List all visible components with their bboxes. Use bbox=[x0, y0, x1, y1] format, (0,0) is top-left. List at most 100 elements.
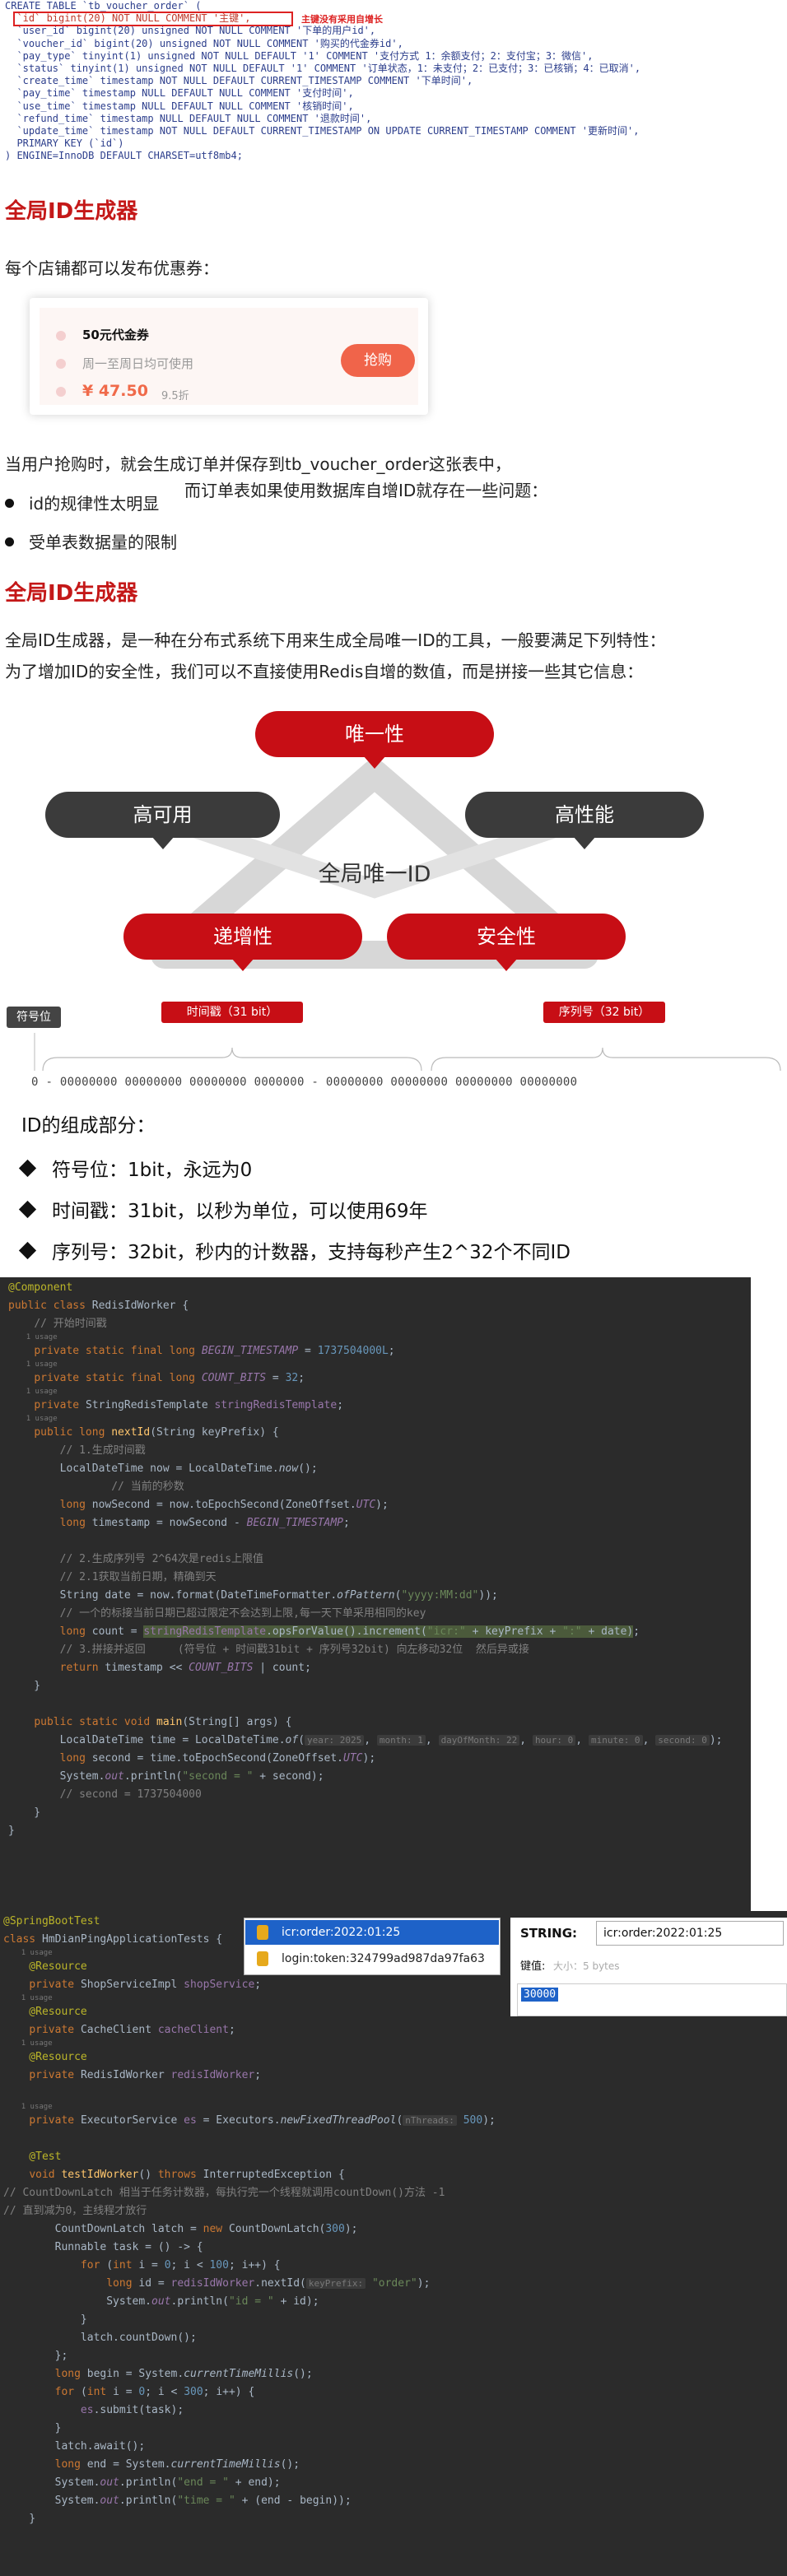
coupon-discount: 9.5折 bbox=[161, 390, 189, 402]
code-redis-id-worker: @Component public class RedisIdWorker { … bbox=[0, 1277, 751, 1911]
id-composition: ID的组成部分： 符号位：1bit，永远为0 时间戳：31bit，以秒为单位，可… bbox=[0, 1095, 626, 1276]
usage-hint: 1 usage bbox=[26, 1333, 58, 1341]
code-line: // 3.拼接并返回 (符号位 + 时间戳31bit + 序列号32bit) 向… bbox=[59, 1644, 529, 1656]
pointer-icon bbox=[573, 836, 596, 849]
code-line: @Test bbox=[3, 2151, 62, 2163]
code-line: // 当前的秒数 bbox=[111, 1481, 184, 1493]
code-line: } bbox=[8, 1680, 41, 1692]
timestamp-tag: 时间戳（31 bit） bbox=[161, 1002, 303, 1023]
redis-key-item[interactable]: login:token:324799ad987da97fa63 bbox=[245, 1946, 499, 1971]
code-line: long timestamp = nowSecond - BEGIN_TIMES… bbox=[59, 1517, 350, 1529]
id-part-item: 符号位：1bit，永远为0 bbox=[18, 1154, 252, 1182]
code-line: // CountDownLatch 相当于任务计数器，每执行完一个线程就调用co… bbox=[3, 2187, 445, 2199]
code-line: // 2.1获取当前日期，精确到天 bbox=[59, 1571, 217, 1583]
sql-line: ) ENGINE=InnoDB DEFAULT CHARSET=utf8mb4; bbox=[5, 150, 243, 162]
buy-button[interactable]: 抢购 bbox=[341, 344, 415, 377]
code-line: String date = now.format(DateTimeFormatt… bbox=[8, 1589, 498, 1602]
code-line: private static final long COUNT_BITS = 3… bbox=[34, 1372, 305, 1384]
code-line: long end = System.currentTimeMillis(); bbox=[54, 2458, 300, 2471]
sql-line: CREATE TABLE `tb_voucher_order` ( bbox=[5, 0, 202, 12]
diamond-bullet-icon bbox=[18, 1200, 37, 1219]
sql-line: `refund_time` timestamp NULL DEFAULT NUL… bbox=[5, 112, 372, 124]
code-line: es.submit(task); bbox=[80, 2404, 184, 2416]
code-line: }; bbox=[3, 2350, 68, 2362]
pointer-icon bbox=[363, 756, 386, 769]
code-line: long id = redisIdWorker.nextId(keyPrefix… bbox=[106, 2277, 431, 2290]
code-line: private RedisIdWorker redisIdWorker; bbox=[29, 2069, 262, 2081]
global-id-properties-diagram: 唯一性 高可用 高性能 全局唯一ID 递增性 安全性 bbox=[41, 700, 708, 988]
code-line: public static void main(String[] args) { bbox=[34, 1716, 292, 1728]
property-increment: 递增性 bbox=[123, 914, 362, 960]
code-line: for (int i = 0; i < 100; i++) { bbox=[80, 2259, 281, 2271]
intro-text: 每个店铺都可以发布优惠券： bbox=[5, 258, 219, 278]
code-line: // 1.生成时间戳 bbox=[59, 1444, 146, 1457]
code-line: // 2.生成序列号 2^64次是redis上限值 bbox=[59, 1553, 264, 1565]
property-availability: 高可用 bbox=[45, 792, 280, 838]
annotation-no-autoincrement: 主键没有采用自增长 bbox=[301, 14, 383, 25]
code-line: for (int i = 0; i < 300; i++) { bbox=[54, 2386, 255, 2398]
diamond-bullet-icon bbox=[18, 1241, 37, 1260]
primary-key-highlight-box bbox=[13, 12, 293, 26]
code-line: System.out.println("end = " + end); bbox=[3, 2476, 281, 2489]
id-part-item: 序列号：32bit，秒内的计数器，支持每秒产生2^32个不同ID bbox=[18, 1236, 570, 1264]
code-line: } bbox=[3, 2513, 36, 2525]
section-heading: 全局ID生成器 bbox=[5, 199, 138, 224]
pointer-icon bbox=[231, 958, 254, 971]
coupon-dot-icon bbox=[56, 359, 66, 369]
code-line: @Resource bbox=[3, 2051, 87, 2063]
pointer-icon bbox=[151, 836, 175, 849]
code-line: // 一个的标接当前日期已超过限定不会达到上限,每一天下单采用相同的key bbox=[59, 1607, 426, 1620]
bullet-item: 受单表数据量的限制 bbox=[5, 529, 177, 553]
section-heading: 全局ID生成器 bbox=[5, 581, 138, 606]
property-security: 安全性 bbox=[387, 914, 626, 960]
paragraph: 当用户抢购时，就会生成订单并保存到tb_voucher_order这张表中， bbox=[5, 454, 511, 474]
code-line: CountDownLatch latch = new CountDownLatc… bbox=[3, 2223, 358, 2235]
sql-line: `pay_type` tinyint(1) unsigned NOT NULL … bbox=[5, 49, 594, 62]
sql-line: `status` tinyint(1) unsigned NOT NULL DE… bbox=[5, 62, 641, 74]
redis-key-item-selected[interactable]: icr:order:2022:01:25 bbox=[245, 1920, 499, 1945]
sql-line: `pay_time` timestamp NULL DEFAULT NULL C… bbox=[5, 87, 354, 100]
code-line: private CacheClient cacheClient; bbox=[29, 2024, 235, 2036]
size-hint: 大小：5 bytes bbox=[553, 1960, 620, 1972]
redis-value-box[interactable]: 30000 bbox=[517, 1983, 787, 2016]
code-line: private static final long BEGIN_TIMESTAM… bbox=[34, 1345, 395, 1357]
diagram-center-label: 全局唯一ID bbox=[318, 862, 431, 887]
code-line: } bbox=[3, 2422, 62, 2434]
coupon-subtitle: 周一至周日均可使用 bbox=[82, 356, 194, 371]
redis-key-field[interactable]: icr:order:2022:01:25 bbox=[596, 1921, 784, 1946]
sequence-tag: 序列号（32 bit） bbox=[543, 1002, 665, 1023]
coupon-title: 50元代金券 bbox=[82, 328, 149, 342]
code-line: Runnable task = () -> { bbox=[3, 2241, 203, 2253]
code-line: LocalDateTime now = LocalDateTime.now(); bbox=[8, 1462, 318, 1475]
code-line: // 直到减为0，主线程才放行 bbox=[3, 2205, 147, 2217]
id-part-item: 时间戳：31bit，以秒为单位，可以使用69年 bbox=[18, 1195, 428, 1223]
paragraph: 而订单表如果使用数据库自增ID就存在一些问题： bbox=[184, 481, 548, 500]
pointer-icon bbox=[495, 958, 518, 971]
paragraph: 为了增加ID的安全性，我们可以不直接使用Redis自增的数值，而是拼接一些其它信… bbox=[5, 662, 644, 681]
code-line: System.out.println("second = " + second)… bbox=[8, 1770, 324, 1783]
paragraph: 全局ID生成器，是一种在分布式系统下用来生成全局唯一ID的工具，一般要满足下列特… bbox=[5, 630, 666, 650]
code-line: public class RedisIdWorker { bbox=[8, 1300, 189, 1312]
code-line: System.out.println("time = " + (end - be… bbox=[3, 2495, 352, 2507]
diamond-bullet-icon bbox=[18, 1159, 37, 1178]
usage-hint: 1 usage bbox=[21, 2103, 53, 2111]
usage-hint: 1 usage bbox=[26, 1360, 58, 1369]
code-line: latch.await(); bbox=[3, 2440, 146, 2453]
sql-line: `user_id` bigint(20) unsigned NOT NULL C… bbox=[5, 25, 376, 37]
code-line: } bbox=[8, 1806, 41, 1819]
code-line: void testIdWorker() throws InterruptedEx… bbox=[29, 2169, 345, 2181]
usage-hint: 1 usage bbox=[21, 2039, 53, 2048]
code-line: long second = time.toEpochSecond(ZoneOff… bbox=[59, 1752, 376, 1765]
string-type-label: STRING: bbox=[520, 1926, 578, 1941]
sql-line: `update_time` timestamp NOT NULL DEFAULT… bbox=[5, 124, 640, 137]
code-line: long nowSecond = now.toEpochSecond(ZoneO… bbox=[59, 1499, 389, 1511]
sql-line: `use_time` timestamp NULL DEFAULT NULL C… bbox=[5, 100, 354, 112]
code-line: System.out.println("id = " + id); bbox=[3, 2295, 319, 2308]
value-label: 键值: bbox=[520, 1960, 546, 1973]
bullet-icon bbox=[5, 499, 14, 508]
key-icon bbox=[257, 1951, 268, 1966]
bullet-icon bbox=[5, 537, 14, 546]
